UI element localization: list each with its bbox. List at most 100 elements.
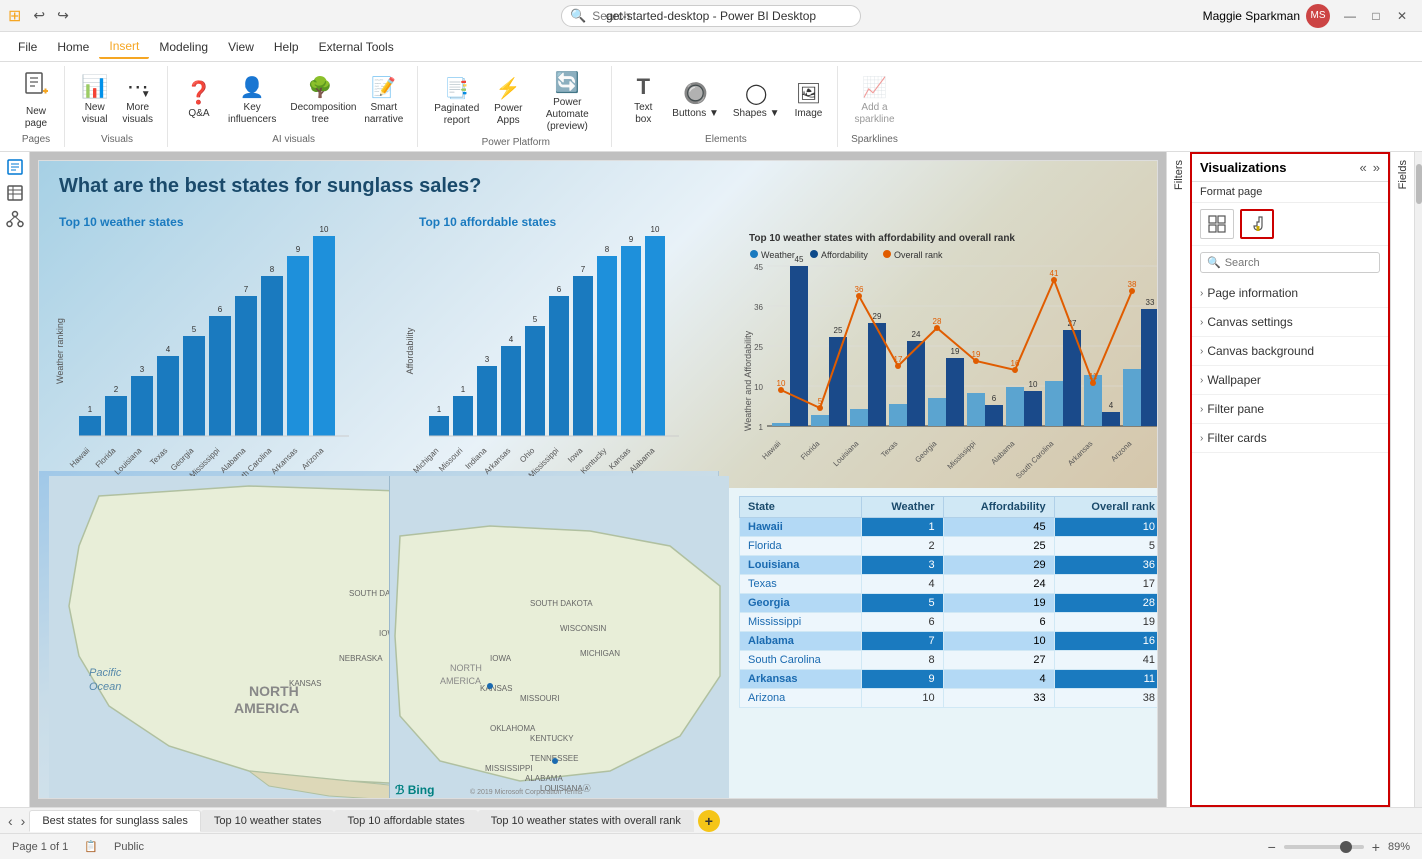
menu-modeling[interactable]: Modeling — [149, 36, 218, 58]
table-row: Arkansas 9 4 11 — [740, 670, 1158, 689]
table-row: Texas 4 24 17 — [740, 575, 1158, 594]
filters-panel[interactable]: Filters — [1166, 152, 1190, 807]
menu-view[interactable]: View — [218, 36, 264, 58]
undo-button[interactable]: ↩ — [29, 5, 49, 26]
viz-section-canvas-settings[interactable]: › Canvas settings — [1192, 308, 1388, 337]
viz-panel-title: Visualizations — [1200, 160, 1286, 175]
menu-home[interactable]: Home — [47, 36, 99, 58]
tab-0[interactable]: Best states for sunglass sales — [29, 810, 201, 832]
svg-text:36: 36 — [855, 285, 864, 294]
svg-text:Florida: Florida — [94, 446, 118, 470]
table-row: South Carolina 8 27 41 — [740, 651, 1158, 670]
svg-text:6: 6 — [218, 305, 223, 314]
key-influencers-button[interactable]: 👤 Keyinfluencers — [222, 71, 282, 130]
expand-right-button[interactable]: » — [1373, 160, 1380, 175]
viz-section-page-info[interactable]: › Page information — [1192, 279, 1388, 308]
line-chart: Top 10 weather states with affordability… — [739, 226, 1157, 496]
ribbon-group-pages: Newpage Pages — [8, 66, 65, 147]
tab-3[interactable]: Top 10 weather states with overall rank — [478, 810, 694, 832]
visibility-label: Public — [114, 841, 144, 853]
svg-text:OKLAHOMA: OKLAHOMA — [490, 724, 536, 733]
text-box-button[interactable]: T Textbox — [622, 70, 664, 130]
viz-section-filter-pane[interactable]: › Filter pane — [1192, 395, 1388, 424]
svg-text:ALABAMA: ALABAMA — [525, 774, 563, 783]
menu-help[interactable]: Help — [264, 36, 309, 58]
right-scrollbar[interactable] — [1414, 152, 1422, 807]
app-icon: ⊞ — [8, 6, 21, 26]
menu-file[interactable]: File — [8, 36, 47, 58]
svg-text:Michigan: Michigan — [411, 446, 440, 475]
svg-text:33: 33 — [1146, 298, 1155, 307]
viz-panel-header: Visualizations « » — [1192, 154, 1388, 182]
svg-text:Ocean: Ocean — [89, 681, 121, 693]
zoom-slider[interactable] — [1284, 845, 1364, 849]
add-tab-button[interactable]: + — [698, 810, 720, 832]
collapse-left-button[interactable]: « — [1360, 160, 1367, 175]
zoom-out-button[interactable]: − — [1268, 839, 1276, 855]
paginated-report-button[interactable]: 📑 Paginatedreport — [428, 72, 485, 131]
shapes-button[interactable]: ◯ Shapes ▼ — [727, 77, 786, 124]
viz-panel-header-controls: « » — [1360, 160, 1380, 175]
power-automate-button[interactable]: 🔄 Power Automate(preview) — [531, 66, 603, 137]
new-page-button[interactable]: Newpage — [16, 67, 56, 134]
svg-text:Pacific: Pacific — [89, 667, 122, 679]
title-bar-user: Maggie Sparkman MS — [1203, 4, 1330, 28]
buttons-label: Buttons ▼ — [672, 108, 719, 120]
svg-text:4: 4 — [509, 335, 514, 344]
fields-panel[interactable]: Fields — [1390, 152, 1414, 807]
power-apps-button[interactable]: ⚡ PowerApps — [487, 72, 529, 131]
qa-button[interactable]: ❓ Q&A — [178, 76, 220, 124]
image-button[interactable]: 🖼 Image — [787, 77, 829, 124]
svg-text:10: 10 — [320, 226, 329, 234]
visualizations-panel: Visualizations « » Format page — [1190, 152, 1390, 807]
svg-text:© 2019 Microsoft Corporation T: © 2019 Microsoft Corporation Terms — [470, 788, 583, 796]
pages-panel-icon-report[interactable] — [4, 156, 26, 178]
viz-search-input[interactable] — [1225, 257, 1373, 269]
format-tab-grid[interactable] — [1200, 209, 1234, 239]
add-sparkline-button[interactable]: 📈 Add asparkline — [848, 71, 900, 130]
smart-narrative-label: Smartnarrative — [364, 102, 403, 126]
table-row: Alabama 7 10 16 — [740, 632, 1158, 651]
text-box-label: Textbox — [634, 102, 652, 126]
minimize-button[interactable]: — — [1338, 4, 1362, 28]
viz-section-wallpaper[interactable]: › Wallpaper — [1192, 366, 1388, 395]
viz-section-filter-cards[interactable]: › Filter cards — [1192, 424, 1388, 453]
menu-insert[interactable]: Insert — [99, 35, 149, 59]
decomposition-tree-label: Decompositiontree — [290, 102, 350, 126]
tab-prev-button[interactable]: ‹ — [4, 813, 17, 829]
smart-narrative-button[interactable]: 📝 Smartnarrative — [358, 71, 409, 130]
zoom-in-button[interactable]: + — [1372, 839, 1380, 855]
pages-panel-icon-table[interactable] — [4, 182, 26, 204]
window-title: get-started-desktop - Power BI Desktop — [606, 9, 816, 23]
table-row: Mississippi 6 6 19 — [740, 613, 1158, 632]
tab-2[interactable]: Top 10 affordable states — [334, 810, 477, 832]
menu-external-tools[interactable]: External Tools — [309, 36, 404, 58]
search-icon: 🔍 — [570, 8, 586, 24]
maximize-button[interactable]: □ — [1364, 4, 1388, 28]
format-tab-brush[interactable] — [1240, 209, 1274, 239]
tab-1[interactable]: Top 10 weather states — [201, 810, 335, 832]
tab-next-button[interactable]: › — [17, 813, 30, 829]
canvas-content: What are the best states for sunglass sa… — [39, 161, 1157, 798]
svg-text:45: 45 — [795, 255, 804, 264]
svg-text:KANSAS: KANSAS — [289, 679, 321, 688]
buttons-button[interactable]: 🔘 Buttons ▼ — [666, 77, 725, 124]
close-button[interactable]: ✕ — [1390, 4, 1414, 28]
more-visuals-button[interactable]: ⋯▼ Morevisuals — [116, 70, 159, 130]
svg-text:3: 3 — [485, 355, 490, 364]
map2-svg: NORTH AMERICA SOUTH DAKOTA WISCONSIN MIC… — [390, 476, 729, 798]
svg-text:AMERICA: AMERICA — [234, 700, 299, 716]
redo-button[interactable]: ↪ — [53, 5, 73, 26]
shapes-label: Shapes ▼ — [733, 108, 780, 120]
svg-text:3: 3 — [140, 365, 145, 374]
scrollbar-thumb[interactable] — [1416, 164, 1422, 204]
new-visual-button[interactable]: 📊 Newvisual — [75, 70, 114, 130]
pages-panel-icon-model[interactable] — [4, 208, 26, 230]
svg-text:7: 7 — [244, 285, 249, 294]
table-row: Arizona 10 33 38 — [740, 689, 1158, 708]
viz-section-canvas-background[interactable]: › Canvas background — [1192, 337, 1388, 366]
svg-text:4: 4 — [166, 345, 171, 354]
decomposition-tree-button[interactable]: 🌳 Decompositiontree — [284, 71, 356, 130]
svg-text:9: 9 — [296, 245, 301, 254]
canvas[interactable]: What are the best states for sunglass sa… — [38, 160, 1158, 799]
